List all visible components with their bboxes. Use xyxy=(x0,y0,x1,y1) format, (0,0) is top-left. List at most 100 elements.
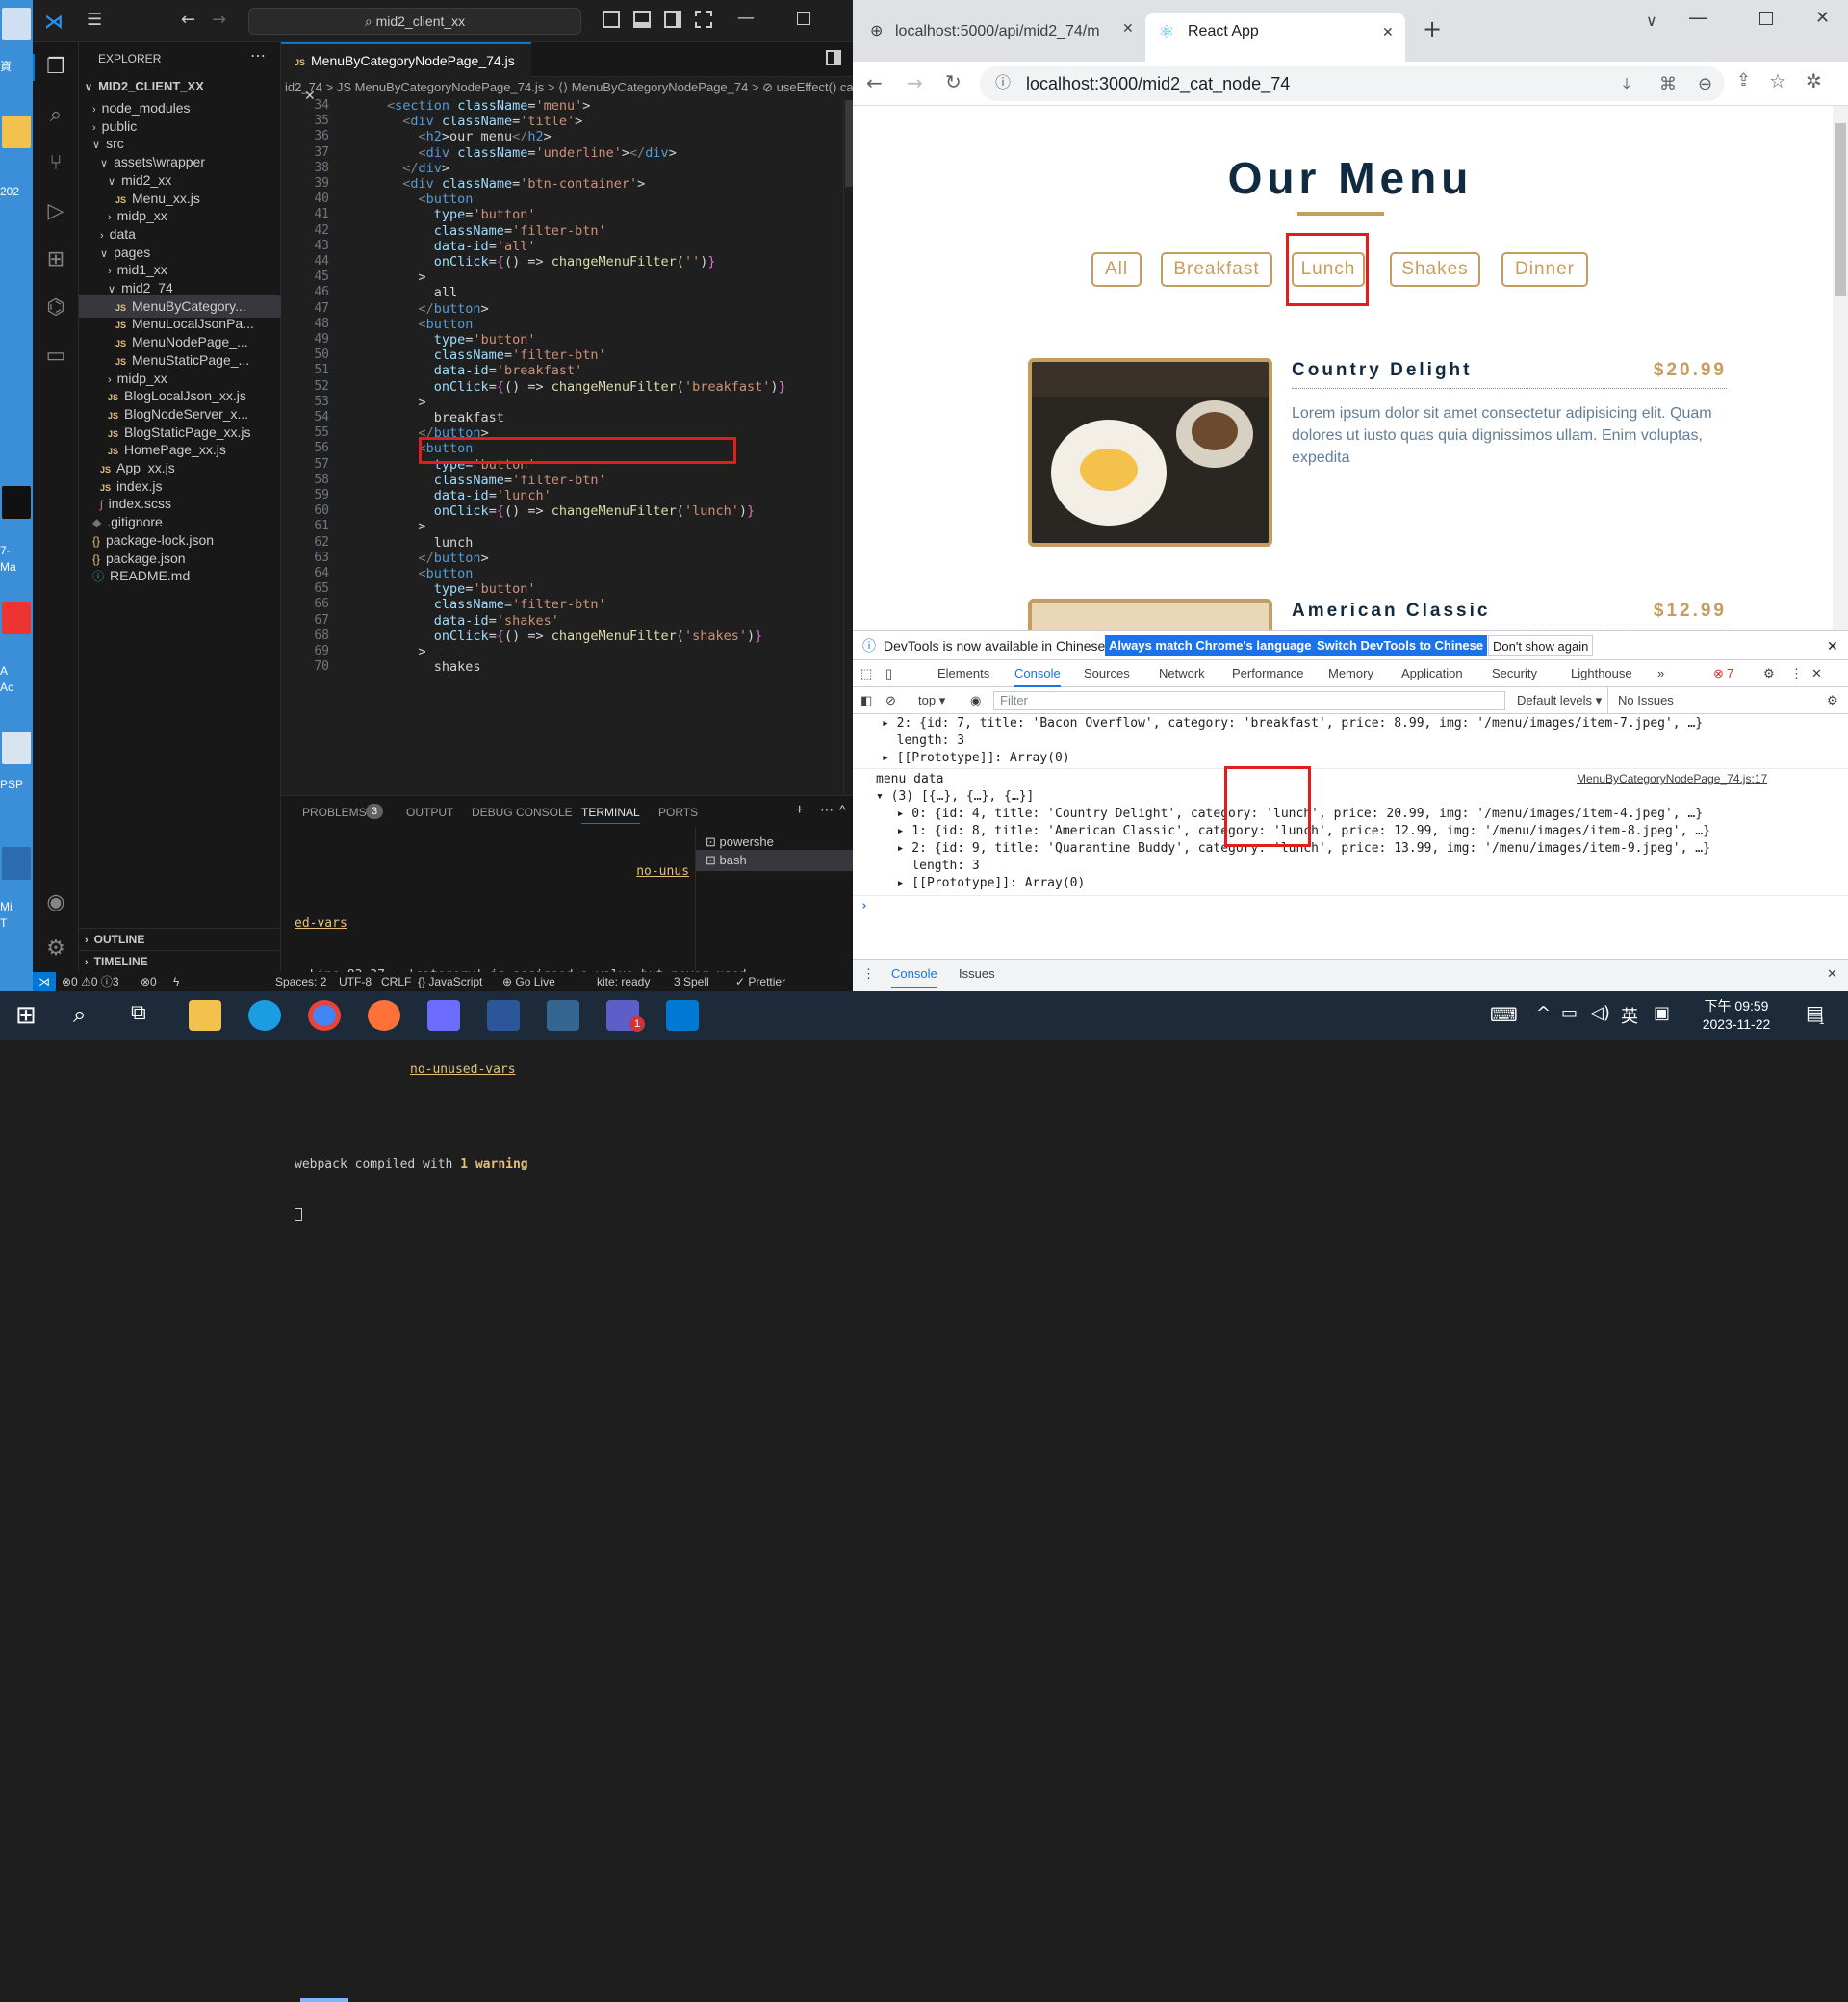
code-line[interactable]: <h2>our menu</h2> xyxy=(387,129,552,144)
explorer-icon[interactable]: ❐ xyxy=(42,54,69,81)
chevron-up-icon[interactable]: ^ xyxy=(839,802,846,817)
dont-show-button[interactable]: Don't show again xyxy=(1488,635,1594,656)
tab-memory[interactable]: Memory xyxy=(1328,660,1373,687)
code-line[interactable]: data-id='all' xyxy=(387,239,536,254)
forward-icon[interactable]: → xyxy=(907,71,923,94)
code-line[interactable]: className='filter-btn' xyxy=(387,597,606,612)
task-view-icon[interactable]: ⧉ xyxy=(131,1001,146,1025)
run-debug-icon[interactable]: ▷ xyxy=(42,198,69,225)
terminal-list-item[interactable]: ⊡ powershe xyxy=(696,827,853,850)
drawer-menu-icon[interactable]: ⋮ xyxy=(862,960,875,988)
account-icon[interactable]: ◉ xyxy=(42,889,69,916)
tab-security[interactable]: Security xyxy=(1492,660,1537,687)
bookmark-star-icon[interactable]: ☆ xyxy=(1769,69,1786,92)
remote-explorer-icon[interactable]: ▭ xyxy=(42,343,69,370)
console-array-head[interactable]: ▾ (3) [{…}, {…}, {…}] xyxy=(876,789,1034,804)
eye-icon[interactable]: ◉ xyxy=(970,687,981,714)
code-line[interactable]: onClick={() => changeMenuFilter('breakfa… xyxy=(387,379,786,395)
code-line[interactable]: <button xyxy=(387,566,474,581)
maximize-icon[interactable] xyxy=(1759,12,1773,25)
more-tabs-icon[interactable]: » xyxy=(1657,660,1664,687)
python-icon[interactable]: ⌬ xyxy=(42,295,69,321)
console-settings-icon[interactable]: ⚙ xyxy=(1827,687,1838,714)
code-line[interactable]: </button> xyxy=(387,551,489,566)
extensions-icon[interactable]: ⊞ xyxy=(42,246,69,273)
workspace-root[interactable]: ∨ MID2_CLIENT_XX xyxy=(79,75,281,97)
lightning-icon[interactable]: ϟ xyxy=(173,972,179,991)
address-bar[interactable]: ⓘ localhost:3000/mid2_cat_node_74 ⤓ ⌘ ⊖ xyxy=(980,66,1725,101)
console-output[interactable]: ▸ 2: {id: 7, title: 'Bacon Overflow', ca… xyxy=(853,714,1848,932)
tab-output[interactable]: OUTPUT xyxy=(406,806,453,819)
new-tab-icon[interactable]: + xyxy=(1423,15,1442,42)
switch-chinese-button[interactable]: Switch DevTools to Chinese xyxy=(1313,635,1488,656)
close-tab-icon[interactable]: ✕ xyxy=(1122,21,1134,37)
code-line[interactable]: <div className='btn-container'> xyxy=(387,176,645,192)
code-line[interactable]: className='filter-btn' xyxy=(387,223,606,239)
page-scroll-thumb[interactable] xyxy=(1835,123,1846,296)
code-line[interactable]: type='button' xyxy=(387,332,536,347)
minimize-icon[interactable]: — xyxy=(737,8,755,28)
desktop-icon[interactable] xyxy=(2,8,31,40)
drawer-tab-issues[interactable]: Issues xyxy=(959,960,995,988)
close-window-icon[interactable]: ✕ xyxy=(1815,8,1830,28)
console-line[interactable]: ▸ [[Prototype]]: Array(0) xyxy=(882,876,1086,890)
timeline-section[interactable]: › TIMELINE xyxy=(79,950,281,972)
error-count[interactable]: 7 xyxy=(1727,660,1733,687)
chrome-icon[interactable] xyxy=(308,1000,341,1031)
console-prompt[interactable]: › xyxy=(860,899,868,913)
tab-terminal[interactable]: TERMINAL xyxy=(581,806,640,824)
psp-icon[interactable] xyxy=(2,732,31,764)
firefox-icon[interactable] xyxy=(368,1000,400,1031)
context-select[interactable]: top ▾ xyxy=(918,687,945,714)
code-line[interactable]: <div className='underline'></div> xyxy=(387,145,677,161)
ports-status[interactable]: ⊗0 xyxy=(141,972,157,991)
back-arrow-icon[interactable]: ← xyxy=(181,10,195,30)
code-line[interactable]: data-id='lunch' xyxy=(387,488,552,503)
console-line[interactable]: ▸ [[Prototype]]: Array(0) xyxy=(882,751,1070,765)
filter-btn-shakes[interactable]: Shakes xyxy=(1390,252,1480,287)
more-icon[interactable]: ⋯ xyxy=(820,802,834,818)
outline-section[interactable]: › OUTLINE xyxy=(79,928,281,950)
scroll-thumb[interactable] xyxy=(845,100,853,187)
filter-btn-breakfast[interactable]: Breakfast xyxy=(1161,252,1272,287)
more-actions-icon[interactable]: ⋯ xyxy=(250,46,266,65)
word-icon[interactable] xyxy=(487,1000,520,1031)
install-icon[interactable]: ⤓ xyxy=(1623,66,1630,101)
code-line[interactable]: > xyxy=(387,395,426,410)
extensions-puzzle-icon[interactable]: ✲ xyxy=(1806,69,1822,92)
zoom-icon[interactable]: ⊖ xyxy=(1698,66,1712,101)
tab-problems[interactable]: PROBLEMS xyxy=(302,806,367,819)
tab-performance[interactable]: Performance xyxy=(1232,660,1303,687)
forward-arrow-icon[interactable]: → xyxy=(212,10,226,30)
close-banner-icon[interactable]: ✕ xyxy=(1827,631,1838,660)
acrobat-icon[interactable] xyxy=(2,602,31,634)
code-line[interactable]: <div className='title'> xyxy=(387,114,582,129)
command-center-search[interactable]: ⌕ mid2_client_xx xyxy=(248,8,581,35)
code-line[interactable]: <button xyxy=(387,317,474,332)
sidebar-toggle-icon[interactable]: ◧ xyxy=(860,687,872,714)
close-drawer-icon[interactable]: ✕ xyxy=(1827,960,1837,988)
tab-network[interactable]: Network xyxy=(1159,660,1205,687)
tab-debug-console[interactable]: DEBUG CONSOLE xyxy=(472,806,573,819)
tab-elements[interactable]: Elements xyxy=(937,660,989,687)
more-menu-icon[interactable]: ⋮ xyxy=(1790,660,1803,687)
tab-application[interactable]: Application xyxy=(1401,660,1463,687)
code-line[interactable]: data-id='shakes' xyxy=(387,613,559,629)
drawer-tab-console[interactable]: Console xyxy=(891,960,937,988)
tab-sources[interactable]: Sources xyxy=(1084,660,1130,687)
code-line[interactable]: className='filter-btn' xyxy=(387,347,606,363)
terminal-list-item[interactable]: ⊡ bash xyxy=(696,850,853,871)
new-terminal-icon[interactable]: + xyxy=(795,802,804,819)
edge-icon[interactable] xyxy=(248,1000,281,1031)
filter-btn-dinner[interactable]: Dinner xyxy=(1502,252,1588,287)
kite-status[interactable]: kite: ready xyxy=(597,972,650,991)
folder-icon[interactable] xyxy=(2,116,31,148)
tab-ports[interactable]: PORTS xyxy=(658,806,698,819)
code-line[interactable]: lunch xyxy=(387,535,474,551)
tab-search-icon[interactable]: ∨ xyxy=(1646,12,1657,30)
filter-btn-all[interactable]: All xyxy=(1091,252,1142,287)
inspect-icon[interactable]: ⬚ xyxy=(860,660,872,687)
menu-icon[interactable]: ☰ xyxy=(87,10,102,30)
volume-icon[interactable]: ◁) xyxy=(1590,1003,1610,1023)
code-line[interactable]: <button xyxy=(387,192,474,207)
